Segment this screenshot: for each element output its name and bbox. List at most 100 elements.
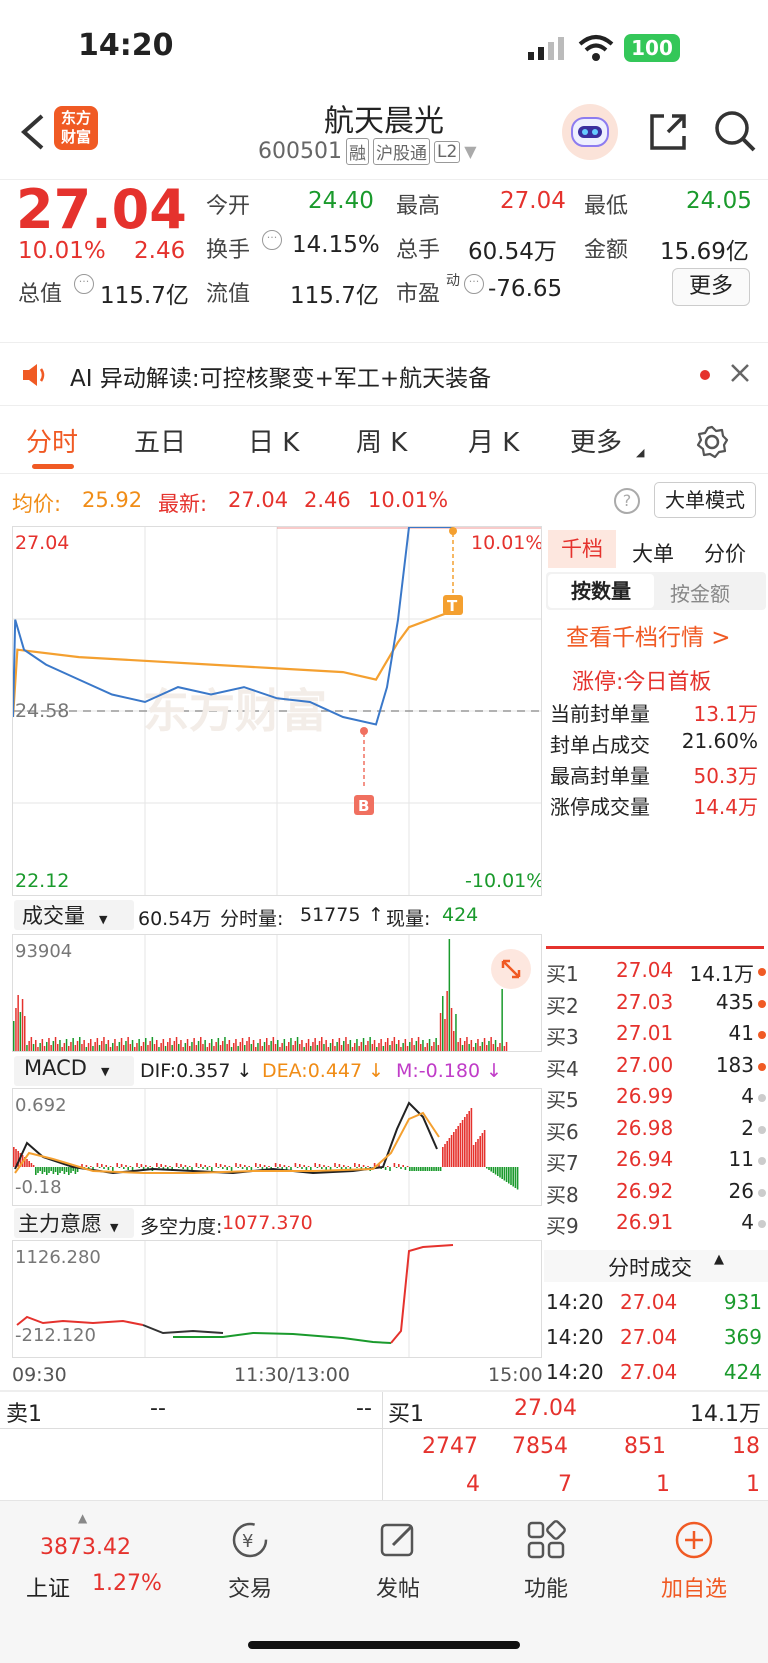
flow-label: 主力意愿 xyxy=(18,1212,102,1236)
tab-day-k[interactable]: 日 K xyxy=(248,422,299,459)
flow-line-black xyxy=(142,1324,224,1335)
index-ticker[interactable]: ▲ 3873.42 上证 1.27% xyxy=(20,1511,190,1611)
time-mid: 11:30/13:00 xyxy=(234,1364,350,1386)
volume-bar xyxy=(147,1045,149,1051)
flow-line-red-2 xyxy=(390,1244,454,1344)
volume-chart[interactable]: 93904 xyxy=(12,934,542,1052)
queue-r2-c3: 851 xyxy=(624,1434,666,1459)
macd-chart[interactable]: 0.692 -0.18 xyxy=(12,1088,542,1206)
nav-post[interactable]: 发帖 xyxy=(338,1519,458,1603)
volume-bar xyxy=(90,1039,92,1051)
side-tab-price[interactable]: 分价 xyxy=(704,538,746,568)
tab-intraday[interactable]: 分时 xyxy=(26,422,78,459)
macd-bar xyxy=(63,1167,66,1174)
macd-bar xyxy=(189,1166,191,1167)
search-icon[interactable] xyxy=(712,108,758,154)
volume-bar xyxy=(389,1045,391,1051)
buy-level-dot xyxy=(758,1125,766,1134)
volume-bar xyxy=(57,1044,59,1051)
marker-t[interactable]: T xyxy=(443,527,463,615)
volume-bar xyxy=(411,1038,413,1051)
buy-level-row[interactable]: 买1 27.04 14.1万 xyxy=(546,958,766,990)
volume-bar xyxy=(431,1046,433,1051)
tab-month-k[interactable]: 月 K xyxy=(468,422,519,459)
volume-bar xyxy=(248,1037,250,1051)
view-depth-link[interactable]: 查看千档行情 > xyxy=(566,618,731,652)
macd-dif-text: DIF:0.357 xyxy=(140,1060,231,1082)
robot-avatar-icon[interactable] xyxy=(562,104,618,160)
ticks-header[interactable]: 分时成交 ▲ xyxy=(544,1250,768,1282)
buy-level-row[interactable]: 买7 26.94 11 xyxy=(546,1147,766,1179)
volume-bar xyxy=(486,1045,488,1051)
intraday-price-chart[interactable]: 东方财富 B T 27.04 10.01% 24.58 22.12 -10.01… xyxy=(11,526,544,896)
buy-level-row[interactable]: 买9 26.91 4 xyxy=(546,1210,766,1242)
macd-bar xyxy=(327,1166,330,1167)
volume-bar xyxy=(387,1038,389,1051)
macd-selector[interactable]: MACD ▼ xyxy=(14,1056,134,1086)
volume-bar xyxy=(321,1037,323,1051)
flow-chart[interactable]: 1126.280 -212.120 xyxy=(12,1240,542,1358)
macd-bar xyxy=(424,1167,426,1171)
macd-bar xyxy=(347,1166,349,1167)
volume-bar xyxy=(202,1044,204,1051)
info-dots-icon-3[interactable]: ··· xyxy=(464,274,484,294)
volume-bar xyxy=(404,1039,407,1051)
queue-r3-c4: 1 xyxy=(746,1472,760,1497)
volume-bar xyxy=(200,1037,202,1051)
nav-trade[interactable]: ¥ 交易 xyxy=(190,1519,310,1603)
latest-value: 27.04 xyxy=(228,488,289,512)
orderbook-strip: 卖1 -- -- 买1 27.04 14.1万 2747 7854 851 18… xyxy=(0,1390,768,1502)
tab-more[interactable]: 更多 xyxy=(570,422,622,459)
help-icon[interactable]: ? xyxy=(614,488,640,514)
tab-week-k[interactable]: 周 K xyxy=(356,422,407,459)
high-label: 最高 xyxy=(396,194,441,219)
expand-icon[interactable] xyxy=(491,949,531,989)
quote-panel: 27.04 10.01% 2.46 今开 24.40 最高 27.04 最低 2… xyxy=(0,178,768,340)
big-order-mode-button[interactable]: 大单模式 xyxy=(654,482,756,518)
buy-level-vol: 26 xyxy=(728,1178,754,1203)
macd-bar xyxy=(228,1166,231,1167)
marker-b[interactable]: B xyxy=(354,727,374,815)
stock-code-row[interactable]: 600501 融 沪股通 L2 ▼ xyxy=(258,138,477,165)
macd-bar xyxy=(384,1167,387,1170)
settings-gear-icon[interactable] xyxy=(694,424,730,460)
status-time: 14:20 xyxy=(78,28,174,63)
buy-level-row[interactable]: 买2 27.03 435 xyxy=(546,990,766,1022)
volume-bar xyxy=(270,1041,272,1051)
stat-value: 50.3万 xyxy=(693,764,758,788)
tab-5day[interactable]: 五日 xyxy=(134,422,186,459)
info-dots-icon[interactable]: ··· xyxy=(262,230,282,250)
tick-price: 27.04 xyxy=(620,1290,678,1314)
info-dots-icon-2[interactable]: ··· xyxy=(74,274,94,294)
buy-level-row[interactable]: 买3 27.01 41 xyxy=(546,1021,766,1053)
side-tab-bigorder[interactable]: 大单 xyxy=(632,538,674,568)
macd-bar xyxy=(497,1167,499,1176)
macd-bar xyxy=(356,1167,358,1168)
volume-bar xyxy=(415,1041,418,1051)
subtab-by-amount[interactable]: 按金额 xyxy=(670,578,730,607)
volume-bar xyxy=(312,1042,314,1051)
buy-level-row[interactable]: 买5 26.99 4 xyxy=(546,1084,766,1116)
flow-selector[interactable]: 主力意愿 ▼ xyxy=(14,1208,134,1238)
macd-bar xyxy=(202,1167,204,1169)
buy-level-row[interactable]: 买8 26.92 26 xyxy=(546,1179,766,1211)
volume-bar xyxy=(371,1044,374,1051)
volume-bar xyxy=(327,1047,330,1051)
buy-level-row[interactable]: 买4 27.00 183 xyxy=(546,1053,766,1085)
side-tab-qiandang[interactable]: 千档 xyxy=(548,530,616,568)
volume-bar xyxy=(310,1046,312,1051)
volume-bar xyxy=(336,1042,338,1051)
macd-bar xyxy=(186,1167,189,1170)
buy-level-row[interactable]: 买6 26.98 2 xyxy=(546,1116,766,1148)
ai-insight-bar[interactable]: AI 异动解读:可控核聚变+军工+航天装备 xyxy=(0,342,768,406)
up-arrow-icon: ↑ xyxy=(368,904,384,926)
subtab-by-count[interactable]: 按数量 xyxy=(548,574,654,608)
close-icon[interactable] xyxy=(728,361,752,385)
nav-add-watchlist[interactable]: 加自选 xyxy=(634,1519,754,1603)
nav-functions[interactable]: 功能 xyxy=(486,1519,606,1603)
macd-bar xyxy=(321,1167,323,1169)
time-end: 15:00 xyxy=(488,1364,543,1386)
more-button[interactable]: 更多 xyxy=(672,268,750,306)
volume-selector[interactable]: 成交量 ▼ xyxy=(14,900,134,930)
share-icon[interactable] xyxy=(646,110,690,154)
